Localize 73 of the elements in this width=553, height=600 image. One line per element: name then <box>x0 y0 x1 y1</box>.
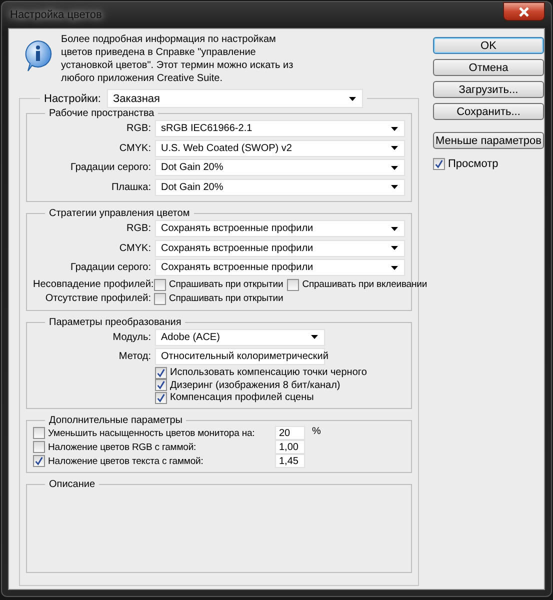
dialog-button[interactable]: OK <box>433 37 544 54</box>
checkbox-label: Компенсация профилей сцены <box>170 392 314 404</box>
caret-icon <box>391 146 398 150</box>
field-label: Плашка: <box>110 182 151 193</box>
checkmark-icon <box>156 368 166 378</box>
checkbox[interactable] <box>155 392 167 404</box>
input-field[interactable]: 20 <box>275 426 305 440</box>
field-label: RGB: <box>126 123 151 134</box>
dropdown[interactable]: Adobe (ACE) <box>155 328 325 346</box>
dropdown[interactable]: Сохранять встроенные профили <box>155 240 405 257</box>
checkbox[interactable] <box>287 278 300 290</box>
field-label: CMYK: <box>118 142 151 154</box>
checkbox[interactable] <box>155 366 167 379</box>
info-text: Более подробная информация по настройкам цветов приведена в Справке "управление установкой цветов". Этот термин можно искать из любого приложения Creative Suite. <box>61 33 294 86</box>
checkmark-icon <box>156 380 166 390</box>
checkbox-label: Использовать компенсацию точки черного <box>170 367 367 378</box>
caret-icon <box>391 226 398 231</box>
field-label: Отсутствие профилей: <box>44 293 151 304</box>
group-title: Дополнительные параметры <box>48 415 184 426</box>
field-label: Градации серого: <box>69 162 151 174</box>
unit-label: % <box>312 426 321 437</box>
caret-icon <box>391 126 398 131</box>
close-button[interactable] <box>503 2 545 21</box>
field-label: Модуль: <box>112 332 151 343</box>
field-label: Метод: <box>118 351 151 362</box>
dropdown[interactable]: Сохранять встроенные профили <box>155 259 405 276</box>
caret-icon <box>391 246 398 250</box>
group-title: Стратегии управления цветом <box>48 208 191 219</box>
dialog-button[interactable]: Сохранить... <box>433 103 544 120</box>
checkbox-label: Спрашивать при открытии <box>169 293 284 304</box>
dialog-button[interactable]: Загрузить... <box>433 81 544 98</box>
field-label: Градации серого: <box>69 262 151 274</box>
checkmark-icon <box>156 392 166 403</box>
caret-icon <box>391 266 398 270</box>
input-field[interactable]: 1,45 <box>275 454 305 468</box>
dropdown[interactable]: Dot Gain 20% <box>155 159 405 176</box>
checkbox-label: Спрашивать при открытии <box>169 279 284 290</box>
field-label: Настройки: <box>44 92 101 104</box>
dropdown[interactable]: Заказная <box>107 89 363 108</box>
checkbox-label: Дизеринг (изображения 8 бит/канал) <box>170 380 340 391</box>
input-field[interactable]: 1,00 <box>275 440 305 454</box>
caret-icon <box>349 96 356 100</box>
group-title: Параметры преобразования <box>48 316 182 328</box>
caret-icon <box>391 166 398 170</box>
group-title: Рабочие пространства <box>48 108 156 119</box>
dialog-button[interactable]: Меньше параметров <box>433 132 544 149</box>
checkbox[interactable] <box>33 455 45 467</box>
checkbox-label: Наложение цветов RGB с гаммой: <box>48 442 196 452</box>
dropdown[interactable]: U.S. Web Coated (SWOP) v2 <box>155 140 405 157</box>
checkmark-icon <box>434 159 444 169</box>
checkbox-label: Просмотр <box>448 158 498 170</box>
close-icon <box>518 6 530 16</box>
caret-icon <box>391 185 398 190</box>
dropdown[interactable]: sRGB IEC61966-2.1 <box>155 120 405 138</box>
checkbox[interactable] <box>433 158 445 170</box>
checkbox[interactable] <box>33 441 45 453</box>
checkbox-label: Спрашивать при вклеивании <box>302 279 428 290</box>
caret-icon <box>311 335 318 340</box>
dialog-button[interactable]: Отмена <box>433 59 544 76</box>
dropdown[interactable]: Сохранять встроенные профили <box>155 220 405 238</box>
checkmark-icon <box>34 456 44 466</box>
field-label: RGB: <box>126 223 151 234</box>
checkbox[interactable] <box>154 278 166 290</box>
info-icon <box>23 39 53 73</box>
group-title: Описание <box>48 479 96 490</box>
checkbox-label: Наложение цветов текста с гаммой: <box>48 456 204 466</box>
field-label: CMYK: <box>118 242 151 254</box>
field-label: Несовпадение профилей: <box>33 279 151 290</box>
checkbox[interactable] <box>155 379 167 392</box>
dropdown[interactable]: Dot Gain 20% <box>155 178 405 196</box>
checkbox-label: Уменьшить насыщенность цветов монитора на: <box>48 428 255 438</box>
checkbox[interactable] <box>154 292 166 304</box>
checkbox[interactable] <box>33 427 45 439</box>
